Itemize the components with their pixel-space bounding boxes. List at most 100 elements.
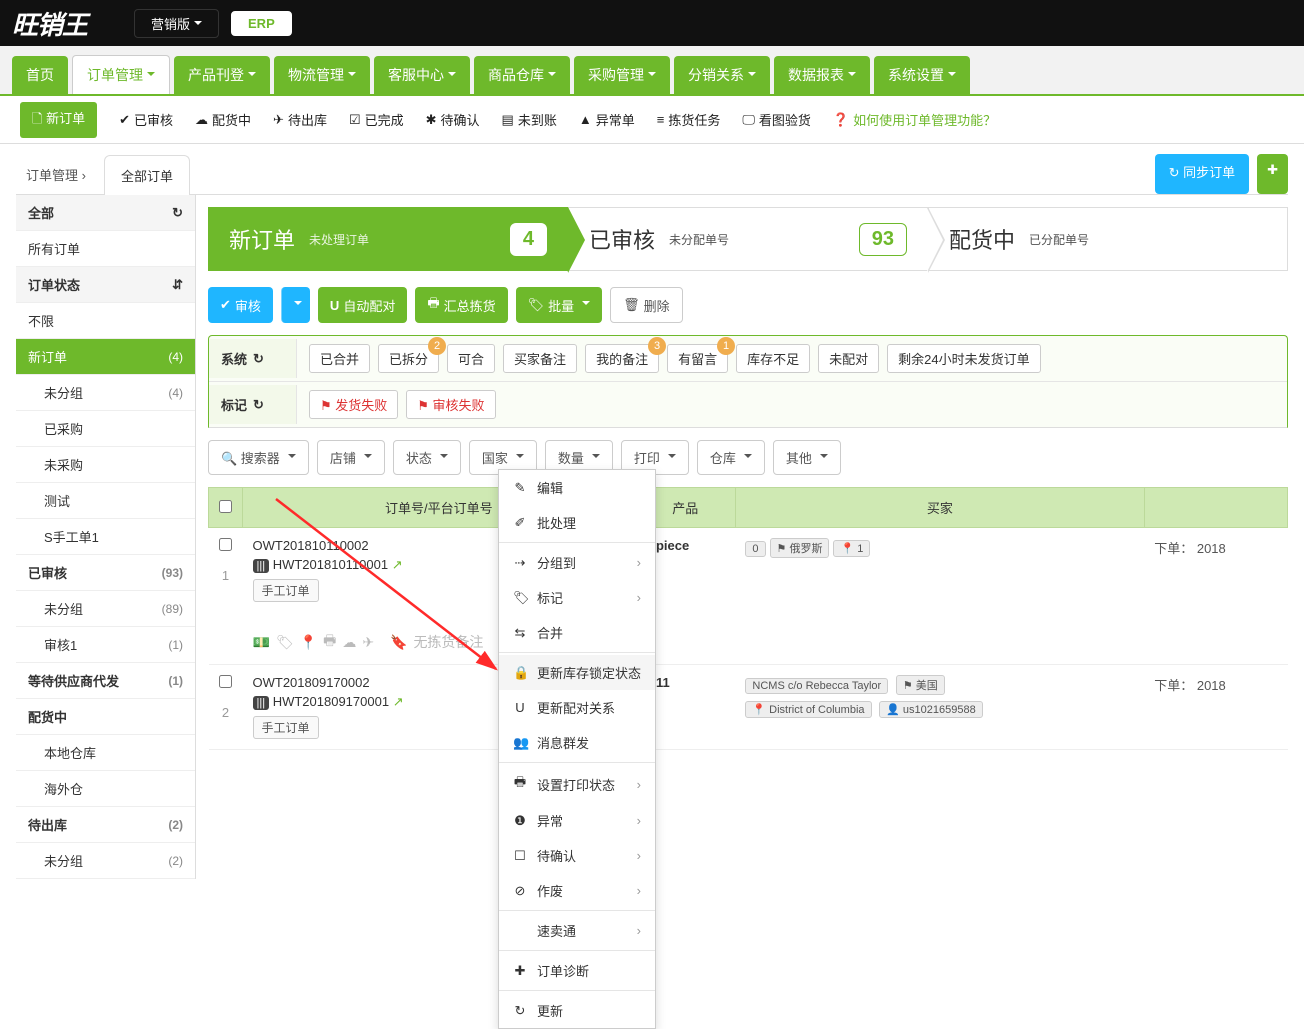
sidebar-item[interactable]: 已采购: [16, 411, 195, 447]
dropdown-item[interactable]: 🖶设置打印状态›: [499, 765, 655, 803]
sidebar-item[interactable]: 配货中: [16, 699, 195, 735]
filter-tag[interactable]: 未配对: [818, 344, 879, 373]
row-checkbox[interactable]: [219, 675, 232, 688]
stage-step[interactable]: 配货中已分配单号: [928, 207, 1288, 271]
dropdown-item[interactable]: U更新配对关系: [499, 690, 655, 725]
subnav-item[interactable]: ✱ 待确认: [426, 110, 480, 129]
dropdown-item[interactable]: ❶异常›: [499, 803, 655, 838]
new-order-button[interactable]: 🗋 新订单: [20, 102, 97, 138]
external-link-icon[interactable]: ↗: [392, 557, 403, 572]
dropdown-item[interactable]: ⊘作废›: [499, 873, 655, 908]
subnav-item[interactable]: ✈ 待出库: [273, 110, 327, 129]
sidebar-item[interactable]: 海外仓: [16, 771, 195, 807]
select-all-checkbox[interactable]: [219, 500, 232, 513]
nav-tab[interactable]: 首页: [12, 56, 68, 94]
subnav-item[interactable]: 🖵 看图验货: [742, 110, 811, 129]
refresh-icon[interactable]: ↻: [253, 351, 264, 367]
bookmark-icon[interactable]: 🔖: [390, 634, 407, 651]
nav-tab[interactable]: 系统设置: [874, 56, 970, 94]
pick-summary-button[interactable]: 🖶 汇总拣货: [415, 287, 507, 323]
sidebar-item[interactable]: 审核1(1): [16, 627, 195, 663]
filter-tag[interactable]: 我的备注3: [585, 344, 659, 373]
erp-pill[interactable]: ERP: [231, 11, 292, 36]
subnav-item[interactable]: ▤ 未到账: [502, 110, 557, 129]
sidebar-item[interactable]: 未分组(4): [16, 375, 195, 411]
nav-tab[interactable]: 分销关系: [674, 56, 770, 94]
sync-orders-button[interactable]: ↻ 同步订单: [1155, 154, 1250, 194]
money-icon[interactable]: 💵: [253, 634, 270, 651]
filter-tag[interactable]: ⚑ 发货失败: [309, 390, 398, 419]
sidebar-item[interactable]: S手工单1: [16, 519, 195, 555]
subnav-item[interactable]: ▲ 异常单: [579, 110, 635, 129]
sidebar-item[interactable]: 待出库(2): [16, 807, 195, 843]
sidebar-item[interactable]: 新订单(4): [16, 339, 195, 375]
nav-tab[interactable]: 物流管理: [274, 56, 370, 94]
audit-button[interactable]: ✔ 审核: [208, 287, 273, 323]
toolbar-filter[interactable]: 状态: [393, 440, 461, 475]
sidebar-item[interactable]: 不限: [16, 303, 195, 339]
sidebar-item[interactable]: 全部↻: [16, 195, 195, 231]
stage-step[interactable]: 新订单未处理订单4: [208, 207, 568, 271]
delete-button[interactable]: 🗑 删除: [610, 287, 683, 323]
subnav-item[interactable]: ✔ 已审核: [119, 110, 173, 129]
nav-tab[interactable]: 数据报表: [774, 56, 870, 94]
sidebar-item[interactable]: 本地仓库: [16, 735, 195, 771]
subnav-item[interactable]: ☑ 已完成: [349, 110, 404, 129]
cloud-icon[interactable]: ☁: [342, 634, 356, 651]
filter-tag[interactable]: 买家备注: [503, 344, 577, 373]
nav-tab[interactable]: 客服中心: [374, 56, 470, 94]
dropdown-item[interactable]: ✐批处理: [499, 505, 655, 540]
dropdown-item[interactable]: ✚订单诊断: [499, 953, 655, 988]
row-checkbox[interactable]: [219, 538, 232, 551]
toolbar-filter[interactable]: 仓库: [697, 440, 765, 475]
subnav-item[interactable]: ≡ 拣货任务: [657, 110, 721, 129]
dropdown-item[interactable]: 👥消息群发: [499, 725, 655, 760]
add-button[interactable]: ✚: [1257, 154, 1288, 194]
filter-tag[interactable]: ⚑ 审核失败: [406, 390, 495, 419]
filter-tag[interactable]: 已合并: [309, 344, 370, 373]
filter-tag[interactable]: 可合: [447, 344, 495, 373]
sidebar-item[interactable]: 订单状态⇵: [16, 267, 195, 303]
sidebar-item[interactable]: 未采购: [16, 447, 195, 483]
sidebar-item[interactable]: 测试: [16, 483, 195, 519]
nav-tab[interactable]: 商品仓库: [474, 56, 570, 94]
nav-tab[interactable]: 采购管理: [574, 56, 670, 94]
external-link-icon[interactable]: ↗: [393, 694, 404, 709]
sidebar-item[interactable]: 未分组(2): [16, 843, 195, 879]
sidebar-item[interactable]: 所有订单: [16, 231, 195, 267]
filter-tag[interactable]: 已拆分2: [378, 344, 439, 373]
nav-tab[interactable]: 订单管理: [72, 55, 170, 94]
platform-order-no[interactable]: HWT201810110001: [273, 557, 388, 572]
filter-tag[interactable]: 剩余24小时未发货订单: [887, 344, 1040, 373]
toolbar-filter[interactable]: 其他: [773, 440, 841, 475]
dropdown-item[interactable]: 速卖通›: [499, 913, 655, 948]
print-icon[interactable]: 🖶: [323, 630, 336, 654]
sidebar-item[interactable]: 未分组(89): [16, 591, 195, 627]
toolbar-filter[interactable]: 🔍 搜索器: [208, 440, 309, 475]
plane-icon[interactable]: ✈: [362, 634, 374, 651]
nav-tab[interactable]: 产品刊登: [174, 56, 270, 94]
platform-order-no[interactable]: HWT201809170001: [273, 694, 389, 709]
filter-tag[interactable]: 库存不足: [736, 344, 810, 373]
sidebar-item[interactable]: 已审核(93): [16, 555, 195, 591]
sidebar-item[interactable]: 等待供应商代发(1): [16, 663, 195, 699]
batch-button[interactable]: 🏷 批量: [516, 287, 603, 323]
dropdown-item[interactable]: ⇆合并: [499, 615, 655, 650]
tag-icon[interactable]: 🏷: [276, 634, 294, 651]
dropdown-item[interactable]: 🏷标记›: [499, 580, 655, 615]
dropdown-item[interactable]: ☐待确认›: [499, 838, 655, 873]
stage-step[interactable]: 已审核未分配单号93: [568, 207, 928, 271]
dropdown-item[interactable]: ✎编辑: [499, 470, 655, 505]
edition-pill[interactable]: 营销版: [134, 9, 219, 38]
dropdown-item[interactable]: 🔒更新库存锁定状态: [499, 655, 655, 690]
breadcrumb-tab[interactable]: 全部订单: [104, 155, 190, 195]
auto-match-button[interactable]: U 自动配对: [318, 287, 407, 323]
refresh-icon[interactable]: ↻: [253, 397, 264, 413]
toolbar-filter[interactable]: 店铺: [317, 440, 385, 475]
subnav-item[interactable]: ☁ 配货中: [195, 110, 251, 129]
dropdown-item[interactable]: ↻更新: [499, 993, 655, 1028]
pin-icon[interactable]: 📍: [300, 634, 317, 651]
help-link[interactable]: ❓ 如何使用订单管理功能？: [833, 110, 996, 129]
dropdown-item[interactable]: ⇢分组到›: [499, 545, 655, 580]
filter-tag[interactable]: 有留言1: [667, 344, 728, 373]
